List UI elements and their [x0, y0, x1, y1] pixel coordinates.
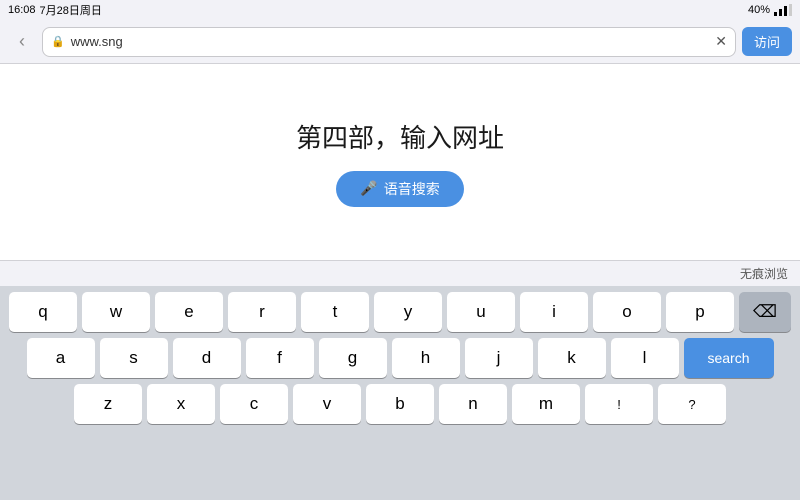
key-w[interactable]: w — [82, 292, 150, 332]
key-o[interactable]: o — [593, 292, 661, 332]
key-m[interactable]: m — [512, 384, 580, 424]
key-b[interactable]: b — [366, 384, 434, 424]
signal-icon — [774, 4, 792, 16]
key-v[interactable]: v — [293, 384, 361, 424]
mic-icon: 🎤 — [360, 180, 377, 197]
key-question[interactable]: ? — [658, 384, 726, 424]
key-u[interactable]: u — [447, 292, 515, 332]
key-g[interactable]: g — [319, 338, 387, 378]
key-n[interactable]: n — [439, 384, 507, 424]
key-f[interactable]: f — [246, 338, 314, 378]
key-c[interactable]: c — [220, 384, 288, 424]
key-e[interactable]: e — [155, 292, 223, 332]
back-button[interactable]: ‹ — [8, 28, 36, 56]
keyboard-row-3: z x c v b n m ! ? — [4, 384, 796, 424]
date-label: 7月28日周日 — [40, 2, 102, 18]
nav-bar: ‹ 🔒 www.sng ✕ 访问 — [0, 20, 800, 64]
visit-button[interactable]: 访问 — [742, 27, 792, 56]
content-area: 第四部，输入网址 🎤 语音搜索 — [0, 64, 800, 260]
keyboard-row-2: a s d f g h j k l search — [4, 338, 796, 378]
incognito-label: 无痕浏览 — [740, 265, 788, 282]
main-title: 第四部，输入网址 — [296, 118, 504, 155]
voice-search-label: 语音搜索 — [384, 179, 440, 199]
url-bar[interactable]: 🔒 www.sng ✕ — [42, 27, 736, 57]
key-l[interactable]: l — [611, 338, 679, 378]
url-text: www.sng — [71, 34, 710, 49]
key-s[interactable]: s — [100, 338, 168, 378]
key-d[interactable]: d — [173, 338, 241, 378]
key-k[interactable]: k — [538, 338, 606, 378]
key-p[interactable]: p — [666, 292, 734, 332]
battery-label: 40% — [748, 4, 770, 16]
key-r[interactable]: r — [228, 292, 296, 332]
key-exclaim[interactable]: ! — [585, 384, 653, 424]
keyboard-row-1: q w e r t y u i o p ⌫ — [4, 292, 796, 332]
key-y[interactable]: y — [374, 292, 442, 332]
incognito-row: 无痕浏览 — [0, 260, 800, 286]
lock-icon: 🔒 — [51, 35, 65, 48]
key-a[interactable]: a — [27, 338, 95, 378]
key-z[interactable]: z — [74, 384, 142, 424]
time-label: 16:08 — [8, 4, 36, 16]
search-key[interactable]: search — [684, 338, 774, 378]
keyboard: q w e r t y u i o p ⌫ a s d f g h j k l … — [0, 286, 800, 500]
key-t[interactable]: t — [301, 292, 369, 332]
key-j[interactable]: j — [465, 338, 533, 378]
key-q[interactable]: q — [9, 292, 77, 332]
status-bar: 16:08 7月28日周日 40% — [0, 0, 800, 20]
key-i[interactable]: i — [520, 292, 588, 332]
delete-key[interactable]: ⌫ — [739, 292, 791, 332]
key-x[interactable]: x — [147, 384, 215, 424]
key-h[interactable]: h — [392, 338, 460, 378]
voice-search-button[interactable]: 🎤 语音搜索 — [336, 171, 463, 207]
reload-icon[interactable]: ✕ — [715, 33, 727, 50]
